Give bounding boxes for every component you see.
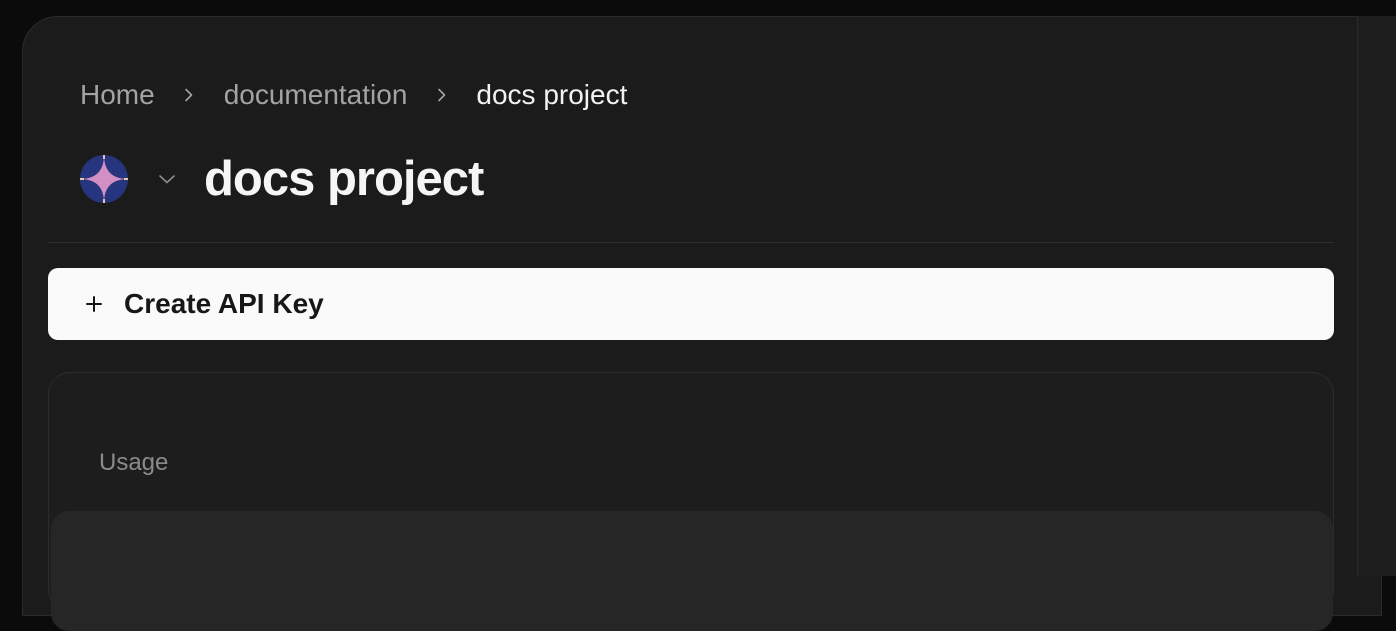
chevron-right-icon: [407, 88, 476, 102]
plus-icon: [86, 296, 102, 312]
breadcrumb: Home documentation docs project: [80, 76, 627, 114]
create-api-key-button[interactable]: Create API Key: [48, 268, 1334, 340]
breadcrumb-documentation[interactable]: documentation: [224, 79, 408, 111]
usage-panel: [51, 511, 1333, 631]
right-panel: [1357, 16, 1396, 576]
page-title: docs project: [204, 152, 484, 206]
breadcrumb-current[interactable]: docs project: [476, 79, 627, 111]
breadcrumb-home[interactable]: Home: [80, 79, 155, 111]
create-api-key-label: Create API Key: [124, 288, 324, 319]
usage-title: Usage: [99, 449, 169, 476]
chevron-right-icon: [155, 88, 224, 102]
project-switcher-chevron-down-icon[interactable]: [156, 168, 178, 190]
project-header: docs project: [80, 150, 484, 208]
divider: [48, 242, 1334, 243]
project-logo-icon[interactable]: [80, 155, 128, 203]
usage-card: Usage: [48, 372, 1334, 631]
